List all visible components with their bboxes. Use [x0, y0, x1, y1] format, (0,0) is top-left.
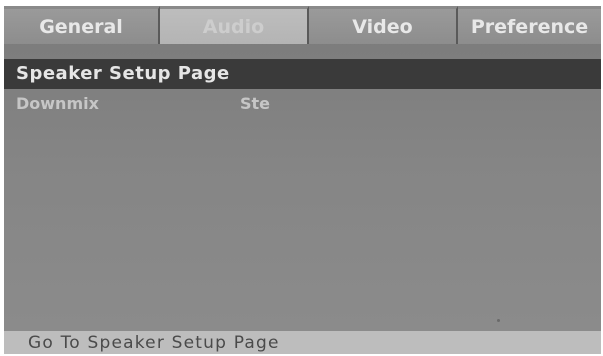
speaker-setup-page-item[interactable]: Speaker Setup Page: [4, 59, 601, 89]
status-bar: Go To Speaker Setup Page: [4, 331, 601, 354]
downmix-label: Downmix: [16, 94, 99, 113]
tab-general[interactable]: General: [4, 6, 160, 44]
tab-audio-label: Audio: [202, 16, 265, 38]
menu-tab-bar: General Audio Video Preference: [4, 6, 601, 44]
page-title: Speaker Setup Page: [16, 63, 230, 84]
osd-setup-screen: General Audio Video Preference Speaker S…: [4, 6, 601, 354]
tab-preference[interactable]: Preference: [458, 6, 601, 44]
status-text: Go To Speaker Setup Page: [28, 333, 280, 353]
tab-video[interactable]: Video: [309, 6, 458, 44]
downmix-value: Ste: [240, 94, 271, 113]
tab-video-label: Video: [352, 16, 413, 38]
tab-preference-label: Preference: [470, 16, 589, 38]
tab-general-label: General: [39, 16, 123, 38]
screen-speck: [497, 319, 500, 322]
downmix-option-row[interactable]: Downmix Ste: [4, 93, 601, 117]
tab-audio[interactable]: Audio: [160, 6, 309, 44]
